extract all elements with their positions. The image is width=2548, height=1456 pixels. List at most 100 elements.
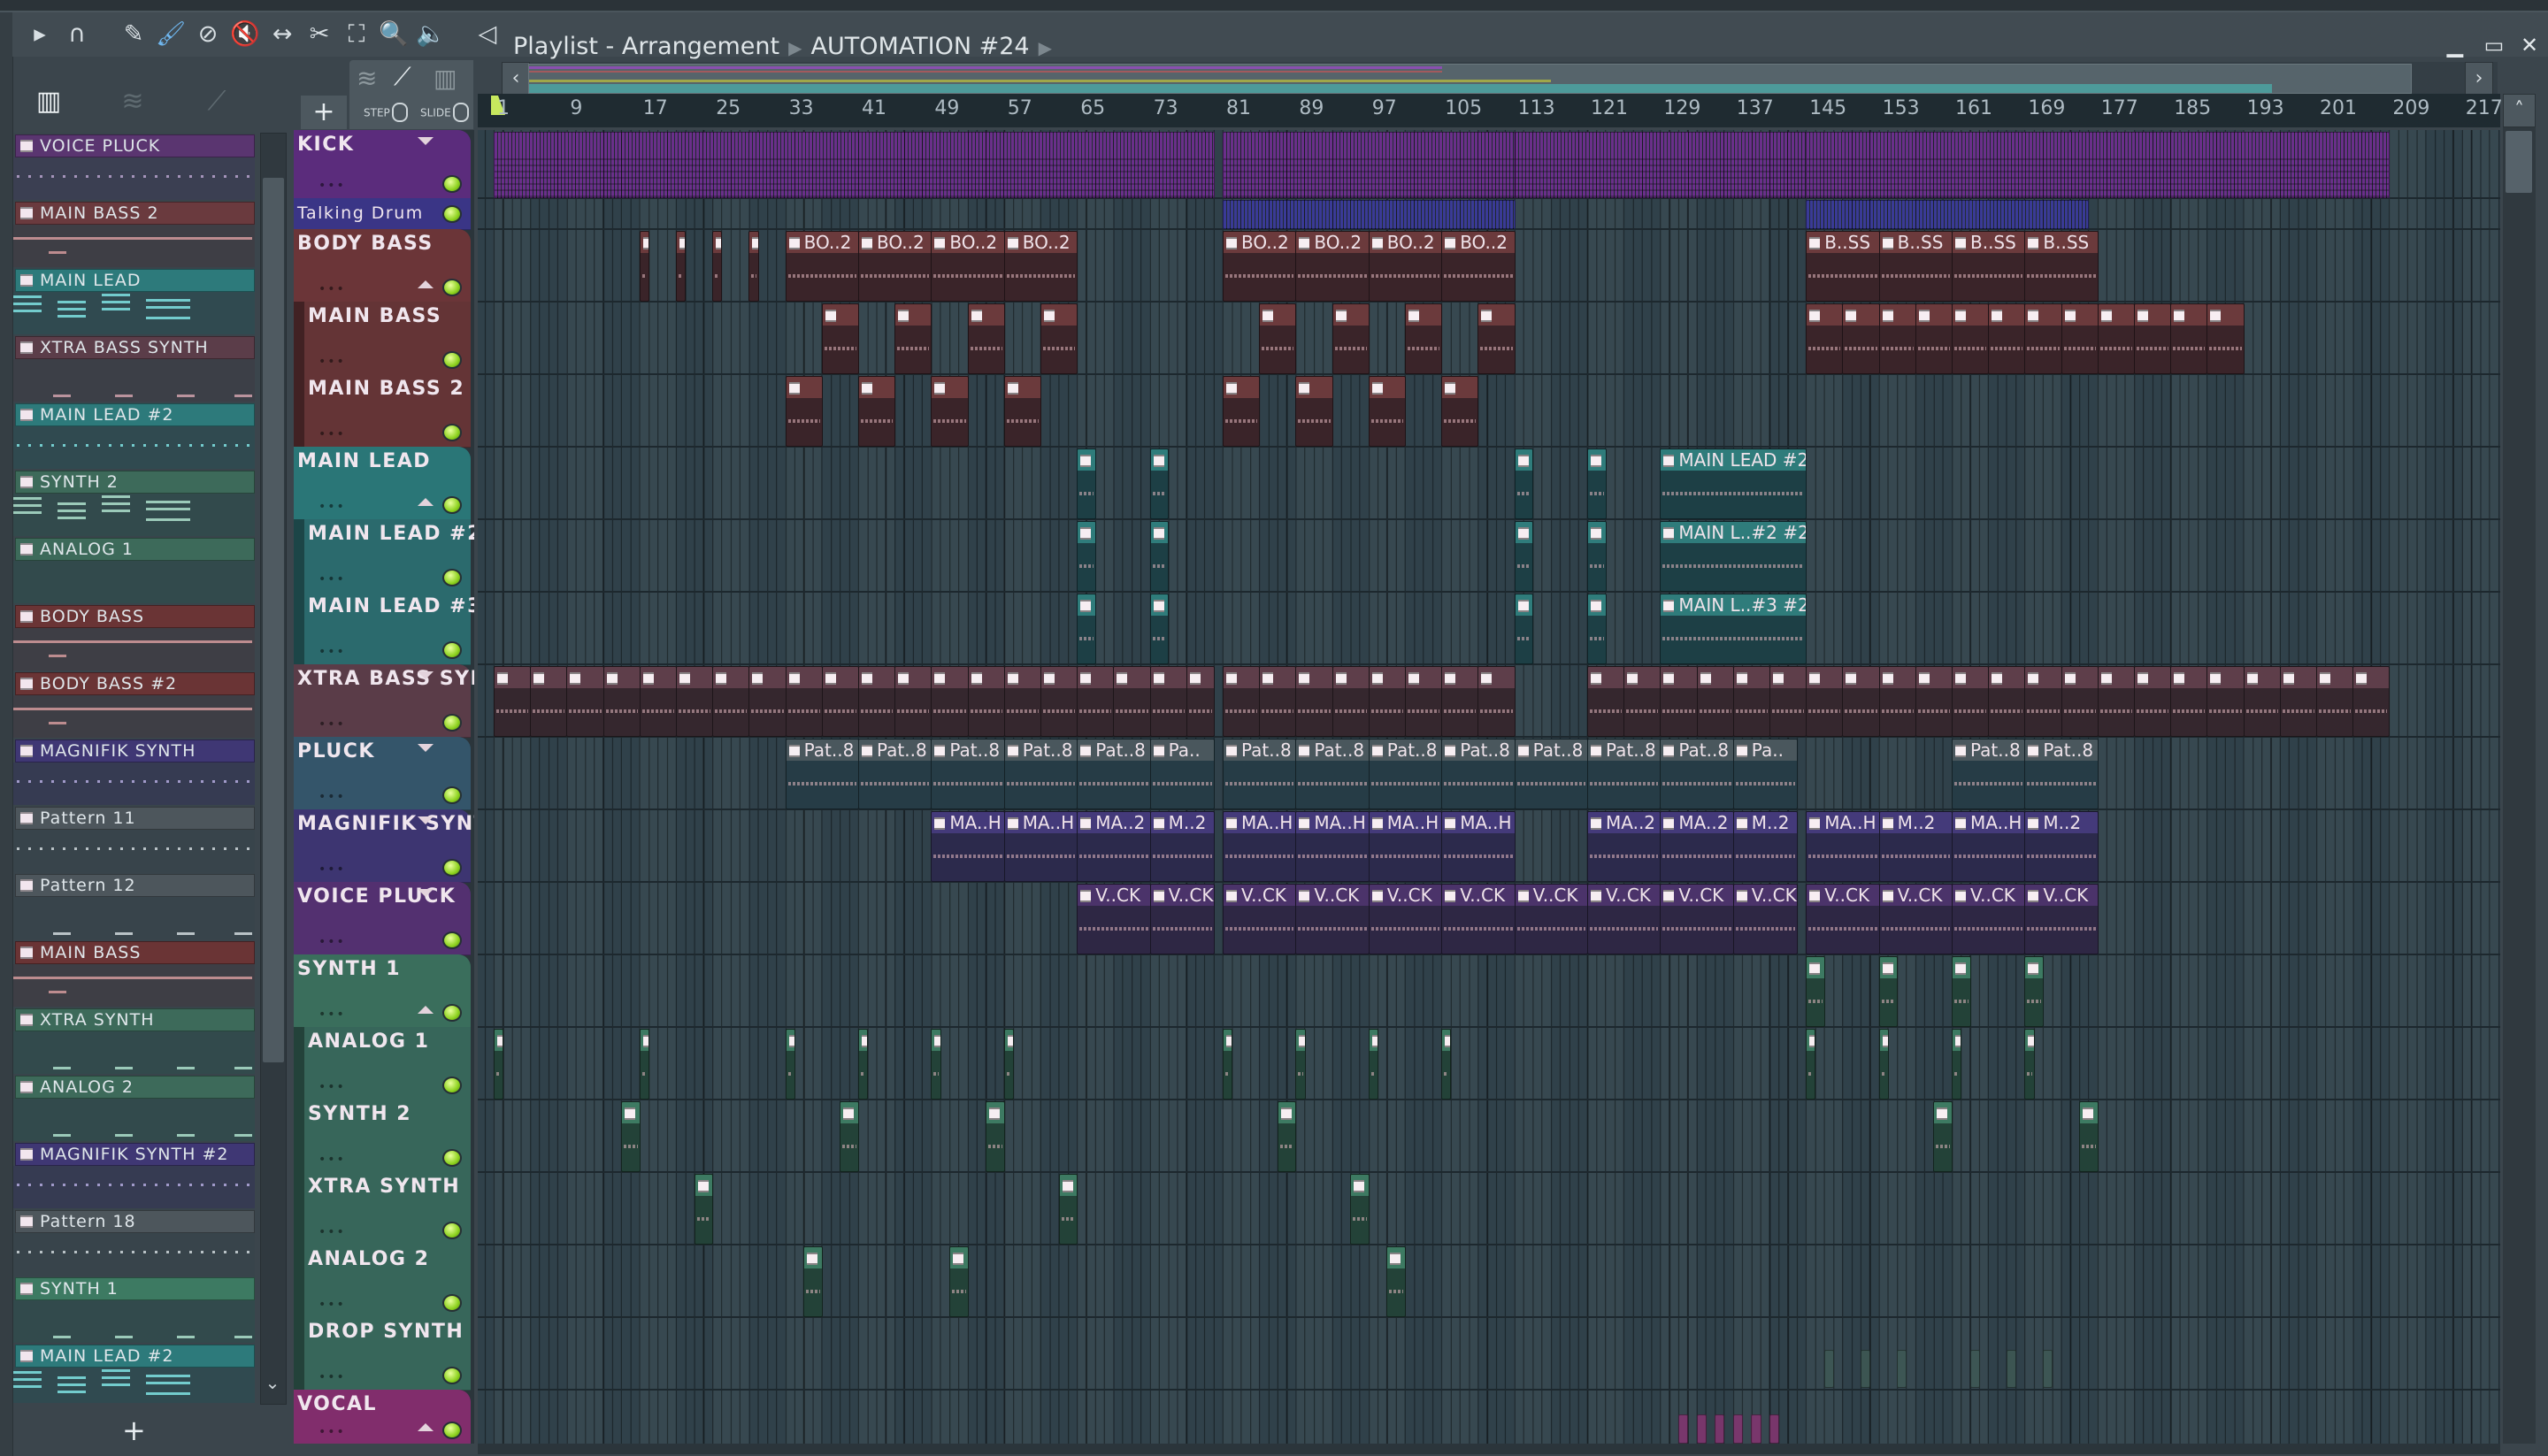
track-header[interactable]: MAIN BASS 2 •••: [294, 374, 471, 448]
collapse-triangle-icon[interactable]: [418, 1006, 434, 1014]
pattern-clip[interactable]: [1915, 666, 1953, 737]
pattern-clip[interactable]: [2043, 1349, 2053, 1388]
pattern-clip[interactable]: Pat..8: [1952, 739, 2026, 809]
pattern-clip[interactable]: [1295, 666, 1333, 737]
pattern-header[interactable]: BODY BASS: [15, 605, 255, 628]
pattern-clip[interactable]: [1332, 666, 1370, 737]
piano-roll-icon[interactable]: ▥: [31, 87, 66, 117]
pattern-clip[interactable]: [2024, 666, 2062, 737]
pattern-clip[interactable]: [1149, 521, 1170, 592]
pattern-clip[interactable]: [566, 666, 604, 737]
pattern-clip-dense[interactable]: [494, 132, 1215, 198]
pattern-clip[interactable]: Pat..8: [1077, 739, 1151, 809]
expand-triangle-icon[interactable]: [418, 889, 434, 897]
pattern-clip[interactable]: [1952, 303, 1990, 374]
track-header[interactable]: MAIN LEAD #2 •••: [294, 519, 474, 593]
pattern-clip[interactable]: [2024, 1029, 2035, 1100]
pattern-clip[interactable]: [2316, 666, 2354, 737]
pattern-clip[interactable]: [803, 1246, 823, 1317]
draw-pencil-icon[interactable]: ✎: [119, 19, 149, 50]
pattern-clip[interactable]: BO..2: [1003, 231, 1078, 302]
track-menu-dots[interactable]: •••: [318, 179, 346, 193]
track-header[interactable]: PLUCK •••: [294, 737, 471, 810]
pattern-clip[interactable]: [1477, 303, 1516, 374]
pattern-clip[interactable]: V..CK: [1732, 884, 1798, 954]
track-enable-led[interactable]: [442, 786, 462, 804]
pattern-header[interactable]: ANALOG 2: [15, 1076, 255, 1099]
delete-icon[interactable]: ⊘: [193, 19, 223, 50]
pattern-clip[interactable]: [1368, 1029, 1379, 1100]
pattern-clip[interactable]: [785, 666, 823, 737]
pattern-clip[interactable]: [2006, 1349, 2017, 1388]
pattern-clip[interactable]: [1587, 666, 1625, 737]
pattern-clip[interactable]: [2134, 666, 2172, 737]
pattern-clip[interactable]: [1587, 448, 1607, 519]
pattern-clip[interactable]: MA..H: [1295, 811, 1370, 882]
pattern-item[interactable]: SYNTH 2: [13, 471, 255, 538]
speaker-icon[interactable]: ◁: [472, 19, 503, 50]
pattern-item[interactable]: VOICE PLUCK: [13, 134, 255, 202]
pattern-clip[interactable]: V..CK: [1514, 884, 1588, 954]
track-header[interactable]: KICK •••: [294, 130, 471, 199]
pattern-clip-dense[interactable]: [1223, 132, 1516, 198]
pattern-item[interactable]: Pattern 11: [13, 807, 255, 874]
pattern-clip[interactable]: [821, 666, 859, 737]
track-enable-led[interactable]: [442, 1004, 462, 1022]
pattern-clip[interactable]: Pat..8: [1295, 739, 1370, 809]
breadcrumb-automation[interactable]: AUTOMATION #24: [810, 33, 1029, 60]
pattern-clip[interactable]: [1933, 1101, 1953, 1172]
track-menu-dots[interactable]: •••: [318, 1008, 346, 1022]
pattern-clip[interactable]: BO..2: [1295, 231, 1370, 302]
pattern-clip[interactable]: [931, 1029, 941, 1100]
pattern-clip[interactable]: [2024, 303, 2062, 374]
pattern-clip[interactable]: Pat..8: [785, 739, 859, 809]
pattern-clip[interactable]: [1696, 1414, 1707, 1444]
expand-triangle-icon[interactable]: [418, 744, 434, 752]
audio-wave-icon[interactable]: ≋: [115, 87, 150, 117]
pattern-clip[interactable]: [1623, 666, 1662, 737]
pattern-clip[interactable]: [1368, 376, 1406, 447]
pattern-clip[interactable]: [1696, 666, 1734, 737]
pattern-clip[interactable]: [858, 376, 896, 447]
pattern-clip[interactable]: [621, 1101, 641, 1172]
pattern-clip[interactable]: BO..2: [1223, 231, 1297, 302]
pattern-clip-dense[interactable]: [1806, 132, 2391, 198]
track-enable-led[interactable]: [442, 1422, 462, 1439]
pattern-clip[interactable]: V..CK: [1660, 884, 1734, 954]
pattern-clip[interactable]: BO..2: [1368, 231, 1443, 302]
snap-magnet-icon[interactable]: ∩: [62, 19, 92, 50]
audio-wave-icon[interactable]: ≋: [357, 64, 377, 93]
pattern-clip[interactable]: Pa..: [1149, 739, 1215, 809]
pattern-clip[interactable]: [1806, 666, 1844, 737]
scroll-left-button[interactable]: ‹: [502, 62, 530, 96]
pattern-item[interactable]: BODY BASS #2: [13, 672, 255, 739]
pattern-clip[interactable]: M..2: [2024, 811, 2099, 882]
track-enable-led[interactable]: [442, 424, 462, 441]
pattern-clip[interactable]: B..SS: [1806, 231, 1880, 302]
pattern-clip[interactable]: [2024, 956, 2044, 1027]
pattern-clip[interactable]: [2097, 303, 2135, 374]
pattern-clip[interactable]: [1769, 666, 1807, 737]
pattern-header[interactable]: Pattern 12: [15, 874, 255, 897]
pattern-clip[interactable]: V..CK: [1587, 884, 1662, 954]
pattern-clip[interactable]: [2134, 303, 2172, 374]
close-icon[interactable]: ✕: [2516, 32, 2543, 58]
track-header[interactable]: MAIN LEAD •••: [294, 447, 471, 520]
track-enable-led[interactable]: [442, 1294, 462, 1312]
track-header[interactable]: SYNTH 2 •••: [294, 1100, 471, 1173]
pattern-clip[interactable]: [1988, 303, 2026, 374]
track-header[interactable]: DROP SYNTH •••: [294, 1317, 471, 1391]
collapse-triangle-icon[interactable]: [418, 1423, 434, 1431]
step-checkbox[interactable]: [391, 103, 408, 122]
pattern-item[interactable]: SYNTH 1: [13, 1277, 255, 1345]
pattern-clip[interactable]: MA..H: [931, 811, 1005, 882]
pattern-clip[interactable]: [1952, 956, 1971, 1027]
pattern-clip[interactable]: [1040, 666, 1078, 737]
pattern-clip[interactable]: [1660, 666, 1698, 737]
pattern-clip[interactable]: [1806, 956, 1825, 1027]
paint-brush-icon[interactable]: 🖌: [156, 19, 186, 50]
pattern-clip[interactable]: [712, 231, 723, 302]
pattern-clip[interactable]: [1368, 666, 1406, 737]
pattern-clip[interactable]: [1295, 1029, 1306, 1100]
pattern-clip[interactable]: [785, 376, 823, 447]
